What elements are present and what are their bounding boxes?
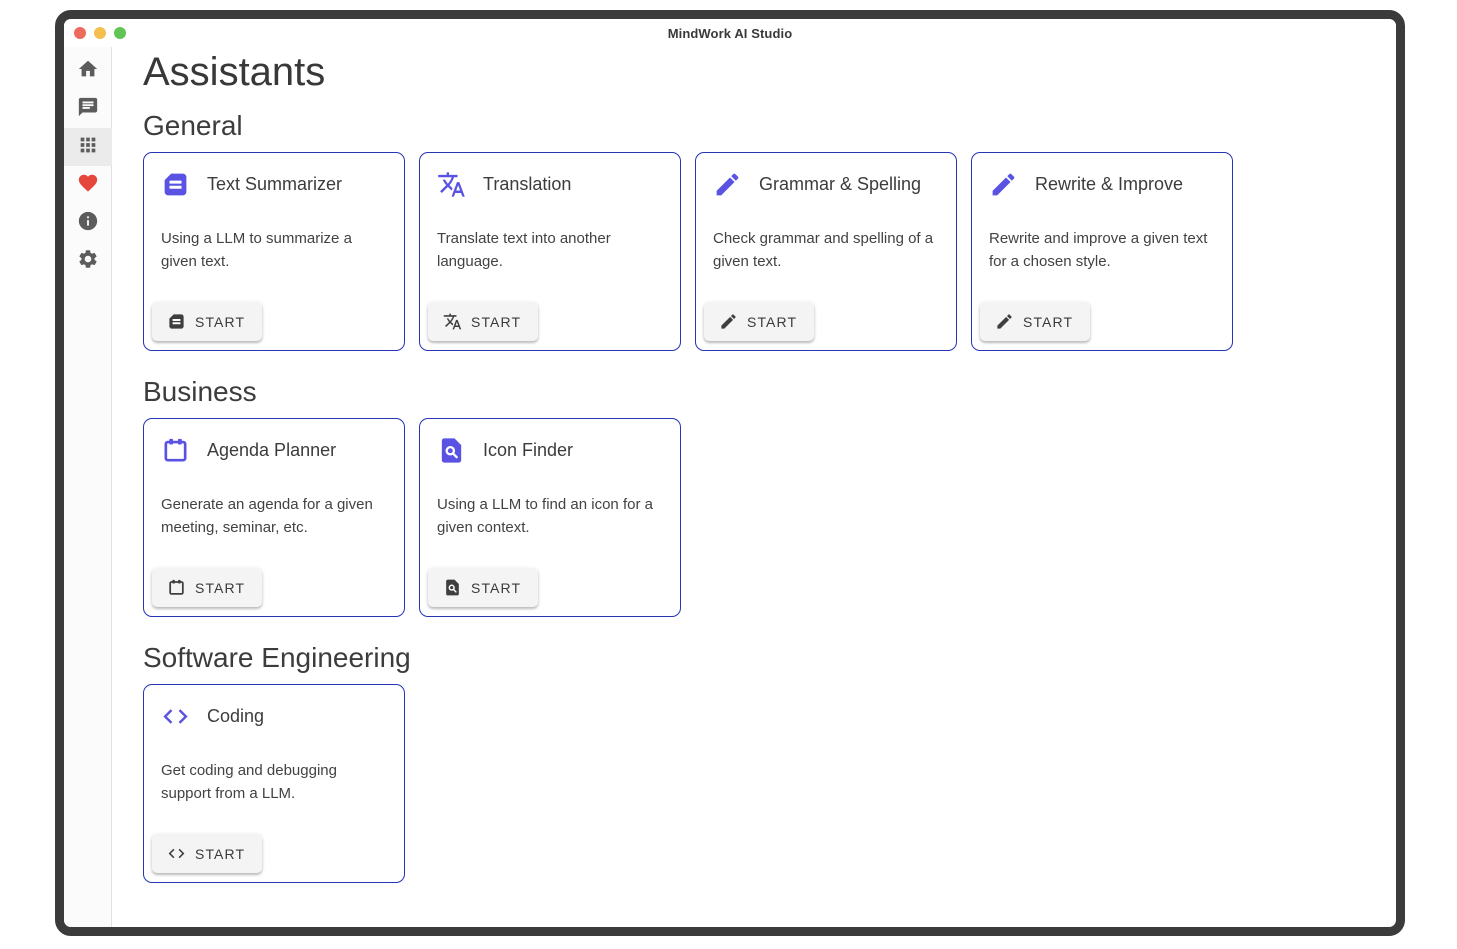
edit-pencil-icon — [989, 170, 1018, 199]
section-heading-general: General — [143, 109, 1376, 142]
edit-pencil-icon — [995, 312, 1014, 331]
assistant-card-translation: Translation Translate text into another … — [419, 152, 681, 351]
card-title: Coding — [207, 706, 264, 727]
start-button[interactable]: START — [428, 302, 538, 341]
card-header: Translation — [420, 153, 680, 199]
edit-pencil-icon — [719, 312, 738, 331]
card-title: Icon Finder — [483, 440, 573, 461]
start-button-label: START — [195, 846, 245, 862]
main-row: Assistants General Text Summarizer Using… — [64, 47, 1396, 927]
start-button-label: START — [195, 580, 245, 596]
card-actions: START — [704, 302, 814, 341]
sidebar — [64, 47, 112, 927]
card-description: Generate an agenda for a given meeting, … — [144, 465, 404, 539]
calendar-icon — [161, 436, 190, 465]
card-title: Agenda Planner — [207, 440, 336, 461]
card-title: Translation — [483, 174, 571, 195]
section-heading-business: Business — [143, 375, 1376, 408]
start-button-label: START — [195, 314, 245, 330]
card-title: Rewrite & Improve — [1035, 174, 1183, 195]
apps-grid-icon — [77, 134, 99, 161]
card-row-business: Agenda Planner Generate an agenda for a … — [143, 418, 1376, 617]
assistants-page: Assistants General Text Summarizer Using… — [112, 47, 1396, 927]
home-icon — [77, 58, 99, 85]
start-button-label: START — [471, 314, 521, 330]
start-button-label: START — [747, 314, 797, 330]
card-header: Icon Finder — [420, 419, 680, 465]
sidebar-item-chats[interactable] — [64, 90, 112, 128]
card-description: Using a LLM to summarize a given text. — [144, 199, 404, 273]
minimize-button[interactable] — [94, 27, 106, 39]
edit-pencil-icon — [713, 170, 742, 199]
summarize-icon — [167, 312, 186, 331]
card-actions: START — [152, 834, 262, 873]
zoom-button[interactable] — [114, 27, 126, 39]
app-window: MindWork AI Studio Ass — [55, 10, 1405, 936]
gear-icon — [77, 248, 99, 275]
close-button[interactable] — [74, 27, 86, 39]
info-icon — [77, 210, 99, 237]
start-button[interactable]: START — [152, 302, 262, 341]
assistant-card-grammar-spelling: Grammar & Spelling Check grammar and spe… — [695, 152, 957, 351]
heart-icon — [77, 172, 99, 199]
card-header: Text Summarizer — [144, 153, 404, 199]
card-description: Translate text into another language. — [420, 199, 680, 273]
window-title: MindWork AI Studio — [668, 26, 793, 41]
sidebar-item-supporters[interactable] — [64, 166, 112, 204]
card-row-general: Text Summarizer Using a LLM to summarize… — [143, 152, 1376, 351]
start-button-label: START — [1023, 314, 1073, 330]
chat-icon — [77, 96, 99, 123]
translate-icon — [443, 312, 462, 331]
card-actions: START — [152, 302, 262, 341]
icon-search-icon — [443, 578, 462, 597]
calendar-icon — [167, 578, 186, 597]
summarize-icon — [161, 170, 190, 199]
card-header: Coding — [144, 685, 404, 731]
assistant-card-text-summarizer: Text Summarizer Using a LLM to summarize… — [143, 152, 405, 351]
assistant-card-coding: Coding Get coding and debugging support … — [143, 684, 405, 883]
card-actions: START — [428, 302, 538, 341]
section-heading-software-engineering: Software Engineering — [143, 641, 1376, 674]
start-button[interactable]: START — [152, 834, 262, 873]
card-title: Grammar & Spelling — [759, 174, 921, 195]
start-button-label: START — [471, 580, 521, 596]
code-icon — [161, 702, 190, 731]
card-actions: START — [152, 568, 262, 607]
card-title: Text Summarizer — [207, 174, 342, 195]
icon-search-icon — [437, 436, 466, 465]
start-button[interactable]: START — [704, 302, 814, 341]
card-row-software-engineering: Coding Get coding and debugging support … — [143, 684, 1376, 883]
titlebar: MindWork AI Studio — [64, 19, 1396, 47]
card-description: Rewrite and improve a given text for a c… — [972, 199, 1232, 273]
card-description: Get coding and debugging support from a … — [144, 731, 404, 805]
translate-icon — [437, 170, 466, 199]
assistant-card-icon-finder: Icon Finder Using a LLM to find an icon … — [419, 418, 681, 617]
code-icon — [167, 844, 186, 863]
card-header: Agenda Planner — [144, 419, 404, 465]
card-header: Rewrite & Improve — [972, 153, 1232, 199]
page-title: Assistants — [143, 49, 1376, 96]
sidebar-item-settings[interactable] — [64, 242, 112, 280]
card-description: Using a LLM to find an icon for a given … — [420, 465, 680, 539]
assistant-card-rewrite-improve: Rewrite & Improve Rewrite and improve a … — [971, 152, 1233, 351]
start-button[interactable]: START — [428, 568, 538, 607]
start-button[interactable]: START — [152, 568, 262, 607]
card-actions: START — [980, 302, 1090, 341]
card-description: Check grammar and spelling of a given te… — [696, 199, 956, 273]
sidebar-item-about[interactable] — [64, 204, 112, 242]
sidebar-item-assistants[interactable] — [64, 128, 112, 166]
assistant-card-agenda-planner: Agenda Planner Generate an agenda for a … — [143, 418, 405, 617]
sidebar-item-home[interactable] — [64, 52, 112, 90]
traffic-lights — [74, 27, 126, 39]
start-button[interactable]: START — [980, 302, 1090, 341]
card-header: Grammar & Spelling — [696, 153, 956, 199]
card-actions: START — [428, 568, 538, 607]
